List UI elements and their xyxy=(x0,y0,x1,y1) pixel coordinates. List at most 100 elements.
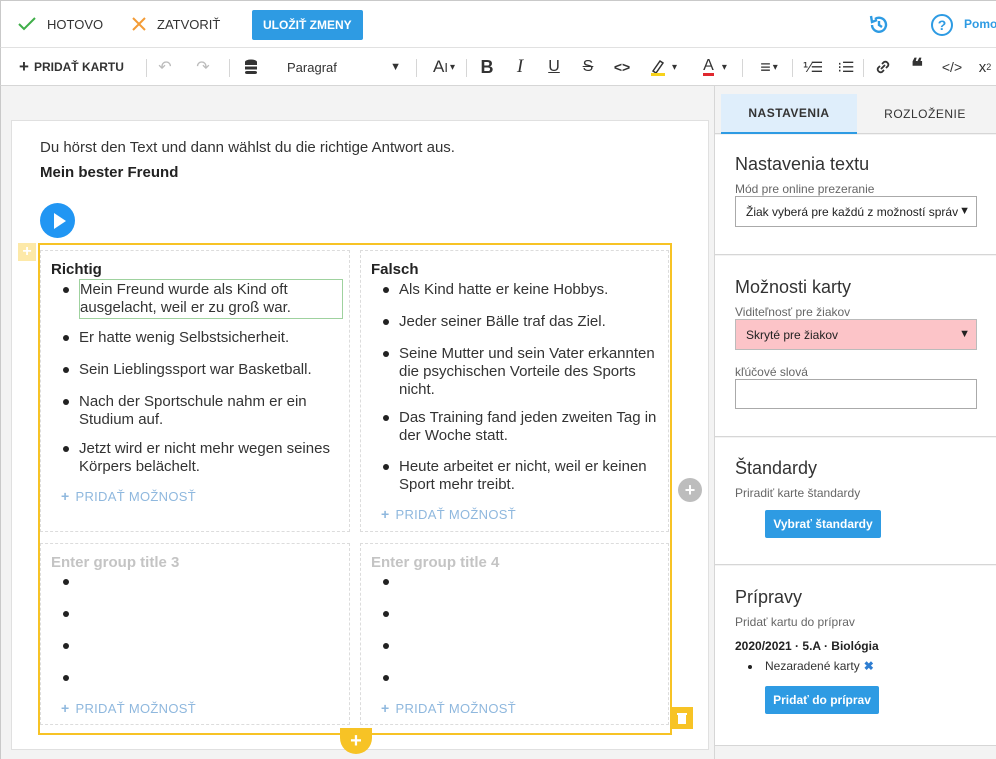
panel-tabs: NASTAVENIA ROZLOŽENIE xyxy=(715,86,996,134)
field-label: Priradiť karte štandardy xyxy=(735,486,861,500)
preparation-class: 2020/2021 · 5.A · Biológia xyxy=(735,639,879,653)
online-mode-value: Žiak vyberá pre každú z možností správ xyxy=(746,204,959,219)
divider xyxy=(466,59,467,77)
select-standards-button[interactable]: Vybrať štandardy xyxy=(765,510,881,538)
card-title[interactable]: Mein bester Freund xyxy=(40,164,178,181)
close-icon xyxy=(132,17,146,31)
group-title[interactable]: Falsch xyxy=(371,261,419,278)
bullet xyxy=(63,675,69,681)
divider xyxy=(229,59,230,77)
plus-icon: + xyxy=(61,488,70,504)
quote-icon[interactable]: ❝ xyxy=(905,48,929,86)
group-option[interactable]: Heute arbeitet er nicht, weil er keinen … xyxy=(399,458,665,494)
help-icon[interactable]: ? xyxy=(931,14,953,36)
group-option[interactable]: Jeder seiner Bälle traf das Ziel. xyxy=(399,313,665,331)
font-color-icon[interactable]: A ▾ xyxy=(693,48,737,86)
history-icon[interactable] xyxy=(867,13,891,37)
highlight-icon[interactable]: ▾ xyxy=(643,48,683,86)
html-icon[interactable]: </> xyxy=(939,48,965,86)
help-label[interactable]: Pomo xyxy=(964,17,996,31)
group-option[interactable]: Sein Lieblingssport war Basketball. xyxy=(79,361,343,379)
bullet xyxy=(63,611,69,617)
add-option-label: PRIDAŤ MOŽNOSŤ xyxy=(75,701,196,716)
group-3: Enter group title 3 + PRIDAŤ MOŽNOSŤ xyxy=(40,543,350,725)
done-button[interactable]: HOTOVO xyxy=(17,1,103,47)
bullet xyxy=(383,287,389,293)
field-label: Viditeľnosť pre žiakov xyxy=(735,305,851,319)
audio-play-button[interactable] xyxy=(40,203,75,238)
group-falsch: Falsch Als Kind hatte er keine Hobbys. J… xyxy=(360,250,669,532)
superscript-icon[interactable]: x2 xyxy=(973,48,996,86)
close-button[interactable]: ZATVORIŤ xyxy=(131,1,220,47)
group-option[interactable]: Jetzt wird er nicht mehr wegen seines Kö… xyxy=(79,440,343,476)
bullet xyxy=(383,579,389,585)
card-instruction[interactable]: Du hörst den Text und dann wählst du die… xyxy=(40,139,455,156)
strikethrough-icon[interactable]: S xyxy=(576,48,600,86)
bullet xyxy=(383,464,389,470)
bullet xyxy=(63,367,69,373)
bullet-list-icon[interactable]: ⁝☰ xyxy=(834,48,858,86)
group-title-placeholder[interactable]: Enter group title 3 xyxy=(51,554,179,571)
undo-icon[interactable]: ↶ xyxy=(153,48,177,86)
chevron-down-icon: ▼ xyxy=(959,328,970,340)
database-icon[interactable] xyxy=(239,48,263,86)
preparation-item-label: Nezaradené karty xyxy=(765,659,860,673)
code-icon[interactable]: <> xyxy=(609,48,635,86)
divider xyxy=(792,59,793,77)
visibility-value: Skryté pre žiakov xyxy=(746,327,839,342)
add-column-icon[interactable]: + xyxy=(678,478,702,502)
group-option[interactable]: Als Kind hatte er keine Hobbys. xyxy=(399,281,665,299)
bullet xyxy=(383,611,389,617)
field-label: kľúčové slová xyxy=(735,365,808,379)
tab-nastavenia[interactable]: NASTAVENIA xyxy=(721,94,857,134)
tab-rozlozenie[interactable]: ROZLOŽENIE xyxy=(857,94,993,134)
plus-icon: + xyxy=(381,700,390,716)
add-to-preparations-button[interactable]: Pridať do príprav xyxy=(765,686,879,714)
group-option[interactable]: Das Training fand jeden zweiten Tag in d… xyxy=(399,409,665,445)
section-title: Štandardy xyxy=(735,458,818,478)
add-block-icon[interactable]: + xyxy=(18,243,36,261)
bold-icon[interactable]: B xyxy=(475,48,499,86)
bullet xyxy=(63,579,69,585)
add-option-button[interactable]: + PRIDAŤ MOŽNOSŤ xyxy=(61,488,196,504)
bullet xyxy=(63,335,69,341)
bullet xyxy=(383,415,389,421)
bullet xyxy=(63,399,69,405)
card-options-section: Možnosti karty Viditeľnosť pre žiakov Sk… xyxy=(715,256,996,437)
link-icon[interactable] xyxy=(871,48,895,86)
checkmark-icon xyxy=(18,17,36,31)
remove-icon[interactable]: ✖ xyxy=(864,659,874,673)
underline-icon[interactable]: U xyxy=(542,48,566,86)
field-label: Mód pre online prezeranie xyxy=(735,182,875,196)
keywords-input[interactable] xyxy=(735,379,977,409)
paragraph-style-select[interactable]: Paragraf ▼ xyxy=(279,48,409,86)
paragraph-style-value: Paragraf xyxy=(287,59,337,75)
save-changes-button[interactable]: ULOŽIŤ ZMENY xyxy=(252,10,363,40)
add-option-label: PRIDAŤ MOŽNOSŤ xyxy=(395,701,516,716)
add-option-label: PRIDAŤ MOŽNOSŤ xyxy=(395,507,516,522)
group-option[interactable]: Mein Freund wurde als Kind oft ausgelach… xyxy=(79,279,343,319)
add-card-button[interactable]: + PRIDAŤ KARTU xyxy=(19,48,124,86)
standards-section: Štandardy Priradiť karte štandardy Vybra… xyxy=(715,438,996,565)
italic-icon[interactable]: I xyxy=(508,48,532,86)
online-mode-select[interactable]: Žiak vyberá pre každú z možností správ ▼ xyxy=(735,196,977,227)
align-icon[interactable]: ≡ ▾ xyxy=(751,48,787,86)
group-option[interactable]: Seine Mutter und sein Vater erkannten di… xyxy=(399,345,665,399)
group-title[interactable]: Richtig xyxy=(51,261,102,278)
trash-icon[interactable] xyxy=(671,707,693,729)
add-option-button[interactable]: + PRIDAŤ MOŽNOSŤ xyxy=(381,506,516,522)
redo-icon[interactable]: ↷ xyxy=(191,48,215,86)
bullet xyxy=(63,446,69,452)
format-toolbar: + PRIDAŤ KARTU ↶ ↷ Paragraf ▼ A I ▾ B I U … xyxy=(0,48,996,86)
group-option[interactable]: Er hatte wenig Selbstsicherheit. xyxy=(79,329,343,347)
font-size-icon[interactable]: A I ▾ xyxy=(425,48,463,86)
divider xyxy=(863,59,864,77)
numbered-list-icon[interactable]: ⅟☰ xyxy=(801,48,825,86)
group-title-placeholder[interactable]: Enter group title 4 xyxy=(371,554,499,571)
group-option[interactable]: Nach der Sportschule nahm er ein Studium… xyxy=(79,393,343,429)
visibility-select[interactable]: Skryté pre žiakov ▼ xyxy=(735,319,977,350)
add-option-button[interactable]: + PRIDAŤ MOŽNOSŤ xyxy=(61,700,196,716)
preparations-section: Prípravy Pridať kartu do príprav 2020/20… xyxy=(715,566,996,746)
section-title: Možnosti karty xyxy=(735,277,852,297)
add-option-button[interactable]: + PRIDAŤ MOŽNOSŤ xyxy=(381,700,516,716)
